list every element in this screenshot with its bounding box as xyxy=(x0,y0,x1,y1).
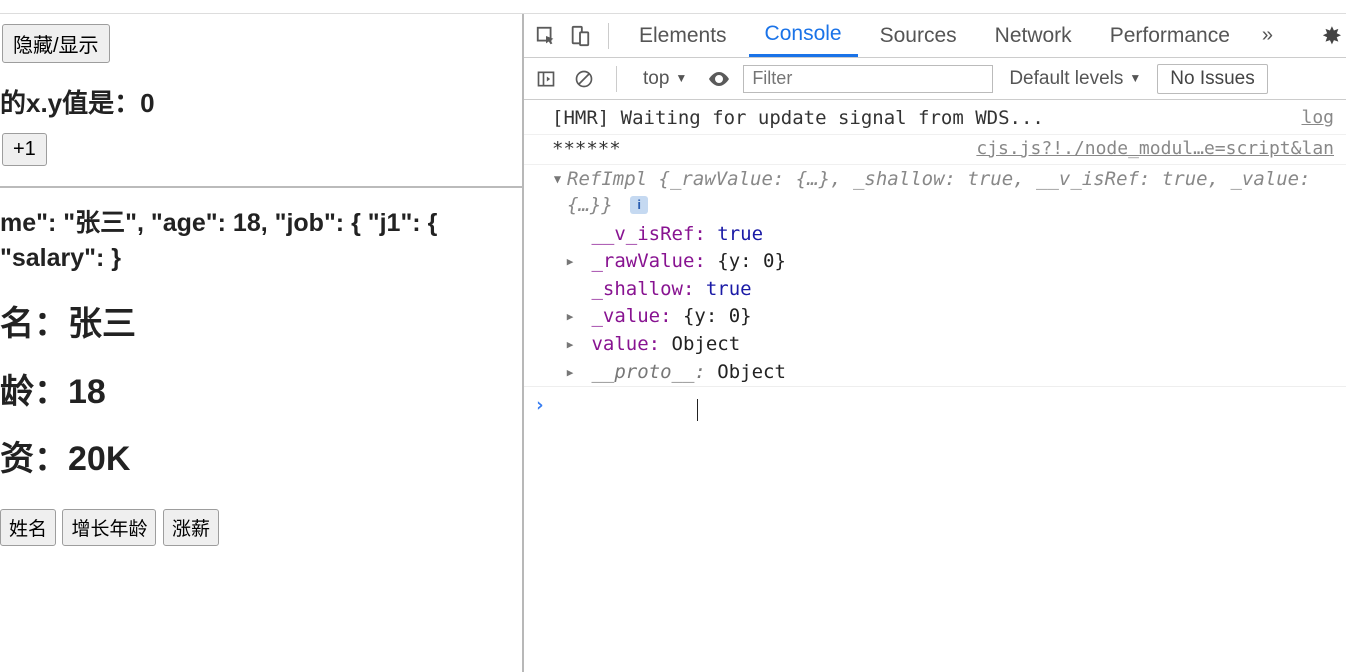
text-cursor xyxy=(697,399,698,421)
prop-rawvalue[interactable]: _rawValue: {y: 0} xyxy=(564,248,1346,276)
expand-toggle-icon[interactable] xyxy=(564,304,576,330)
issues-button[interactable]: No Issues xyxy=(1157,64,1267,94)
prop-shallow[interactable]: _shallow: true xyxy=(564,276,1346,304)
prop-key: __proto__ xyxy=(591,361,694,383)
prompt-caret-icon: › xyxy=(534,393,545,419)
json-dump-text: me": "张三", "age": 18, "job": { "j1": { "… xyxy=(0,206,522,276)
change-name-button[interactable]: 姓名 xyxy=(0,509,56,546)
console-toolbar: top Default levels No Issues xyxy=(524,58,1346,100)
prop-key: _shallow xyxy=(591,278,683,300)
tab-elements[interactable]: Elements xyxy=(623,14,743,57)
divider xyxy=(0,186,522,188)
console-prompt[interactable]: › xyxy=(524,386,1346,425)
console-output: [HMR] Waiting for update signal from WDS… xyxy=(524,100,1346,429)
xy-value-text: 的x.y值是：0 xyxy=(0,85,522,121)
console-row-refimpl[interactable]: RefImpl {_rawValue: {…}, _shallow: true,… xyxy=(524,165,1346,220)
action-button-row: 姓名 增长年龄 涨薪 xyxy=(0,509,522,546)
prop-v-isref[interactable]: __v_isRef: true xyxy=(564,221,1346,249)
tab-network[interactable]: Network xyxy=(979,14,1088,57)
context-label: top xyxy=(643,68,669,90)
object-summary: {_rawValue: {…}, _shallow: true, __v_isR… xyxy=(567,168,1311,216)
console-filter-input[interactable] xyxy=(743,65,993,93)
prop-value: Object xyxy=(672,333,741,355)
object-class-name: RefImpl xyxy=(567,168,647,190)
spacer xyxy=(564,277,576,303)
tab-console[interactable]: Console xyxy=(749,14,858,57)
spacer xyxy=(564,222,576,248)
inspect-element-icon[interactable] xyxy=(532,22,560,50)
prop-key: value xyxy=(591,333,648,355)
prop-value: true xyxy=(717,223,763,245)
clear-console-icon[interactable] xyxy=(570,65,598,93)
prop-value: Object xyxy=(717,361,786,383)
live-expression-eye-icon[interactable] xyxy=(705,65,733,93)
context-selector[interactable]: top xyxy=(635,68,695,90)
prop-value: {y: 0} xyxy=(717,250,786,272)
expand-toggle-icon[interactable] xyxy=(564,360,576,386)
console-row-hmr: [HMR] Waiting for update signal from WDS… xyxy=(524,104,1346,135)
salary-line: 资：20K xyxy=(0,441,522,478)
raise-salary-button[interactable]: 涨薪 xyxy=(163,509,219,546)
divider xyxy=(608,23,609,49)
prop-value: {y: 0} xyxy=(683,305,752,327)
more-tabs-icon[interactable]: » xyxy=(1252,24,1283,47)
log-levels-label: Default levels xyxy=(1009,68,1123,90)
browser-chrome-strip xyxy=(0,0,1346,14)
toggle-visibility-button[interactable]: 隐藏/显示 xyxy=(2,24,110,63)
console-message: [HMR] Waiting for update signal from WDS… xyxy=(552,106,1044,132)
devtools-pane: Elements Console Sources Network Perform… xyxy=(522,14,1346,672)
prop-proto[interactable]: __proto__: Object xyxy=(564,359,1346,387)
sidebar-toggle-icon[interactable] xyxy=(532,65,560,93)
chevron-down-icon xyxy=(675,68,687,90)
expand-toggle-icon[interactable] xyxy=(564,332,576,358)
expand-toggle-icon[interactable] xyxy=(564,249,576,275)
prop-value-getter[interactable]: value: Object xyxy=(564,331,1346,359)
console-row-stars: ****** cjs.js?!./node_modul…e=script&lan xyxy=(524,135,1346,166)
name-line: 名：张三 xyxy=(0,306,522,343)
settings-gear-icon[interactable]: ✸ xyxy=(1322,22,1342,51)
age-line: 龄：18 xyxy=(0,374,522,411)
device-toolbar-icon[interactable] xyxy=(566,22,594,50)
prop-value: true xyxy=(706,278,752,300)
devtools-tabbar: Elements Console Sources Network Perform… xyxy=(524,14,1346,58)
tab-performance[interactable]: Performance xyxy=(1094,14,1246,57)
source-link[interactable]: cjs.js?!./node_modul…e=script&lan xyxy=(976,137,1334,163)
increment-button[interactable]: +1 xyxy=(2,133,47,166)
source-link[interactable]: log xyxy=(1301,106,1334,132)
info-badge-icon[interactable]: i xyxy=(630,196,648,214)
divider xyxy=(616,66,617,92)
webpage-pane: 隐藏/显示 的x.y值是：0 +1 me": "张三", "age": 18, … xyxy=(0,14,522,672)
prop-key: _value xyxy=(591,305,660,327)
prop-key: __v_isRef xyxy=(591,223,694,245)
prop-value[interactable]: _value: {y: 0} xyxy=(564,303,1346,331)
chevron-down-icon xyxy=(1129,68,1141,90)
expand-toggle-icon[interactable] xyxy=(552,167,563,218)
tab-sources[interactable]: Sources xyxy=(864,14,973,57)
log-levels-selector[interactable]: Default levels xyxy=(1003,68,1147,90)
prop-key: _rawValue xyxy=(591,250,694,272)
object-tree: __v_isRef: true _rawValue: {y: 0} _shall… xyxy=(524,221,1346,387)
console-message: ****** xyxy=(552,137,621,163)
increase-age-button[interactable]: 增长年龄 xyxy=(62,509,156,546)
